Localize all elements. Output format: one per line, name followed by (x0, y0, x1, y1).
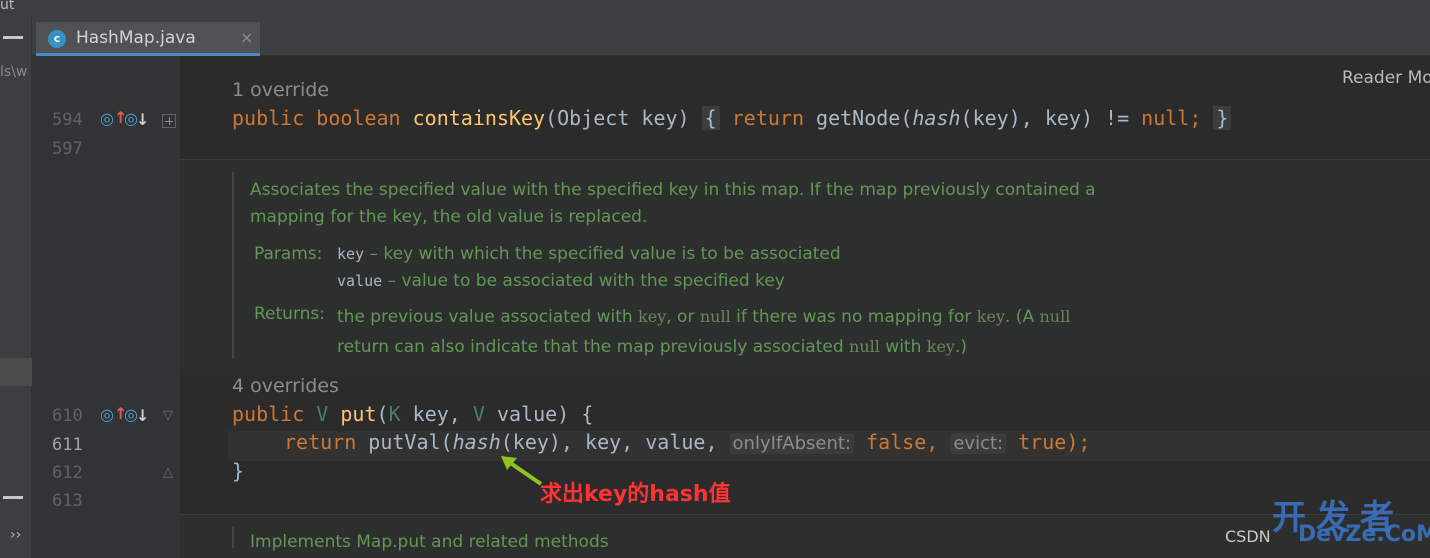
text: with (879, 337, 927, 357)
close-icon[interactable]: × (240, 28, 253, 47)
doc-params-tag: Params: (254, 244, 323, 264)
code-line-612[interactable]: } (232, 459, 244, 483)
text: . (A (1005, 307, 1040, 327)
terminator: ); (1066, 430, 1091, 454)
line-number: 610 (52, 406, 83, 426)
param-desc: – value to be associated with the specif… (382, 271, 785, 291)
doc-bar (232, 172, 234, 359)
code-line-611[interactable]: return putVal(hash(key), key, value, onl… (284, 430, 1090, 454)
text: if there was no mapping for (730, 307, 977, 327)
call: putVal( (356, 430, 453, 454)
args: (key), key) != (960, 106, 1142, 130)
doc-param: key – key with which the specified value… (337, 244, 841, 264)
method-name: put (340, 402, 377, 426)
line-number: 613 (52, 491, 83, 511)
doc-bar (232, 527, 234, 548)
params: (Object key) (545, 106, 690, 130)
text: the previous value associated with (337, 307, 639, 327)
top-text-fragment: ut (0, 0, 15, 13)
line-number: 612 (52, 463, 83, 483)
watermark-csdn: CSDN (1225, 527, 1271, 546)
expand-chevron-icon[interactable]: ›› (10, 527, 21, 543)
text: , or (666, 307, 700, 327)
implementing-method-icon[interactable]: ◎ (100, 109, 114, 128)
type-param: V (472, 402, 485, 426)
window-top-strip: ut (0, 0, 1430, 16)
code-ref: key (976, 307, 1005, 326)
minimize-icon[interactable] (3, 496, 23, 499)
fold-end-icon[interactable]: △ (163, 465, 173, 480)
code-ref: key (926, 337, 955, 356)
override-count-hint[interactable]: 4 overrides (232, 375, 339, 397)
editor-tab-bar: c HashMap.java × (32, 16, 1430, 56)
paren: ( (376, 402, 389, 426)
keyword: return (731, 106, 804, 130)
comma: , (926, 430, 951, 454)
fold-collapse-icon[interactable]: ▽ (163, 408, 173, 423)
text: .) (954, 337, 968, 357)
keyword: null (1141, 106, 1190, 130)
text: return can also indicate that the map pr… (337, 337, 850, 357)
doc-line: Associates the specified value with the … (250, 180, 1096, 200)
type-param: V (316, 402, 329, 426)
doc-param: value – value to be associated with the … (337, 271, 785, 291)
fold-expand-icon[interactable] (162, 114, 176, 128)
line-number: 594 (52, 110, 83, 130)
reader-mode-button[interactable]: Reader Mo (1342, 68, 1430, 88)
arrow-down-icon[interactable]: ↓ (136, 110, 149, 129)
code-ref: null (1039, 307, 1071, 326)
param-name: key (337, 245, 365, 263)
folded-brace[interactable]: } (1213, 106, 1232, 130)
watermark-devze: DevZe.CoM (1298, 522, 1430, 547)
folded-brace[interactable]: { (701, 106, 720, 130)
left-tool-panel: ls\w ›› (0, 16, 32, 558)
code-ref: null (699, 307, 731, 326)
type-param: K (388, 402, 401, 426)
project-path-fragment: ls\w (0, 64, 28, 80)
override-count-hint[interactable]: 1 override (232, 79, 329, 101)
param: key, (400, 402, 473, 426)
param: value) { (484, 402, 594, 426)
code-line-594[interactable]: public boolean containsKey(Object key) {… (232, 106, 1232, 130)
javadoc-put: Associates the specified value with the … (180, 159, 1430, 369)
doc-line: Implements Map.put and related methods (250, 532, 609, 552)
doc-line: mapping for the key, the old value is re… (250, 207, 648, 227)
hash-call: hash (912, 106, 961, 130)
code-ref: null (849, 337, 880, 356)
param-name: value (337, 272, 383, 290)
annotation-text: 求出key的hash值 (540, 482, 731, 507)
call: getNode( (816, 106, 913, 130)
tab-label: HashMap.java (76, 28, 196, 48)
annotation-arrow-icon (501, 456, 543, 486)
method-name: containsKey (412, 106, 546, 130)
keyword: true (1018, 430, 1067, 454)
doc-returns-tag: Returns: (254, 304, 325, 324)
arrow-down-icon[interactable]: ↓ (136, 406, 149, 425)
code-ref: key (638, 307, 667, 326)
selected-tree-row[interactable] (0, 358, 32, 386)
parameter-hint: evict: (950, 433, 1007, 454)
tab-hashmap-java[interactable]: c HashMap.java × (36, 22, 260, 56)
minimize-icon[interactable] (3, 36, 23, 39)
implementing-method-icon[interactable]: ◎ (100, 405, 114, 424)
keyword: false (866, 430, 927, 454)
parameter-hint: onlyIfAbsent: (729, 433, 854, 454)
hash-call: hash (452, 430, 501, 454)
line-number: 597 (52, 139, 83, 159)
editor-gutter: 594 ◎ ↑ ◎ ↓ 597 610 ◎ ↑ ◎ ↓ ▽ 611 612 △ … (32, 56, 180, 558)
code-line-610[interactable]: public V put(K key, V value) { (232, 402, 593, 426)
param-desc: – key with which the specified value is … (364, 244, 841, 264)
keyword: boolean (316, 106, 401, 130)
code-editor[interactable]: 1 override public boolean containsKey(Ob… (180, 56, 1430, 558)
keyword: public (232, 106, 305, 130)
java-class-icon: c (48, 30, 66, 48)
args: (key), key, value, (500, 430, 730, 454)
keyword: public (232, 402, 305, 426)
doc-returns-line: the previous value associated with key, … (337, 307, 1070, 327)
semicolon: ; (1189, 106, 1202, 130)
keyword: return (284, 430, 357, 454)
line-number-current: 611 (52, 435, 83, 455)
doc-returns-line: return can also indicate that the map pr… (337, 337, 967, 357)
